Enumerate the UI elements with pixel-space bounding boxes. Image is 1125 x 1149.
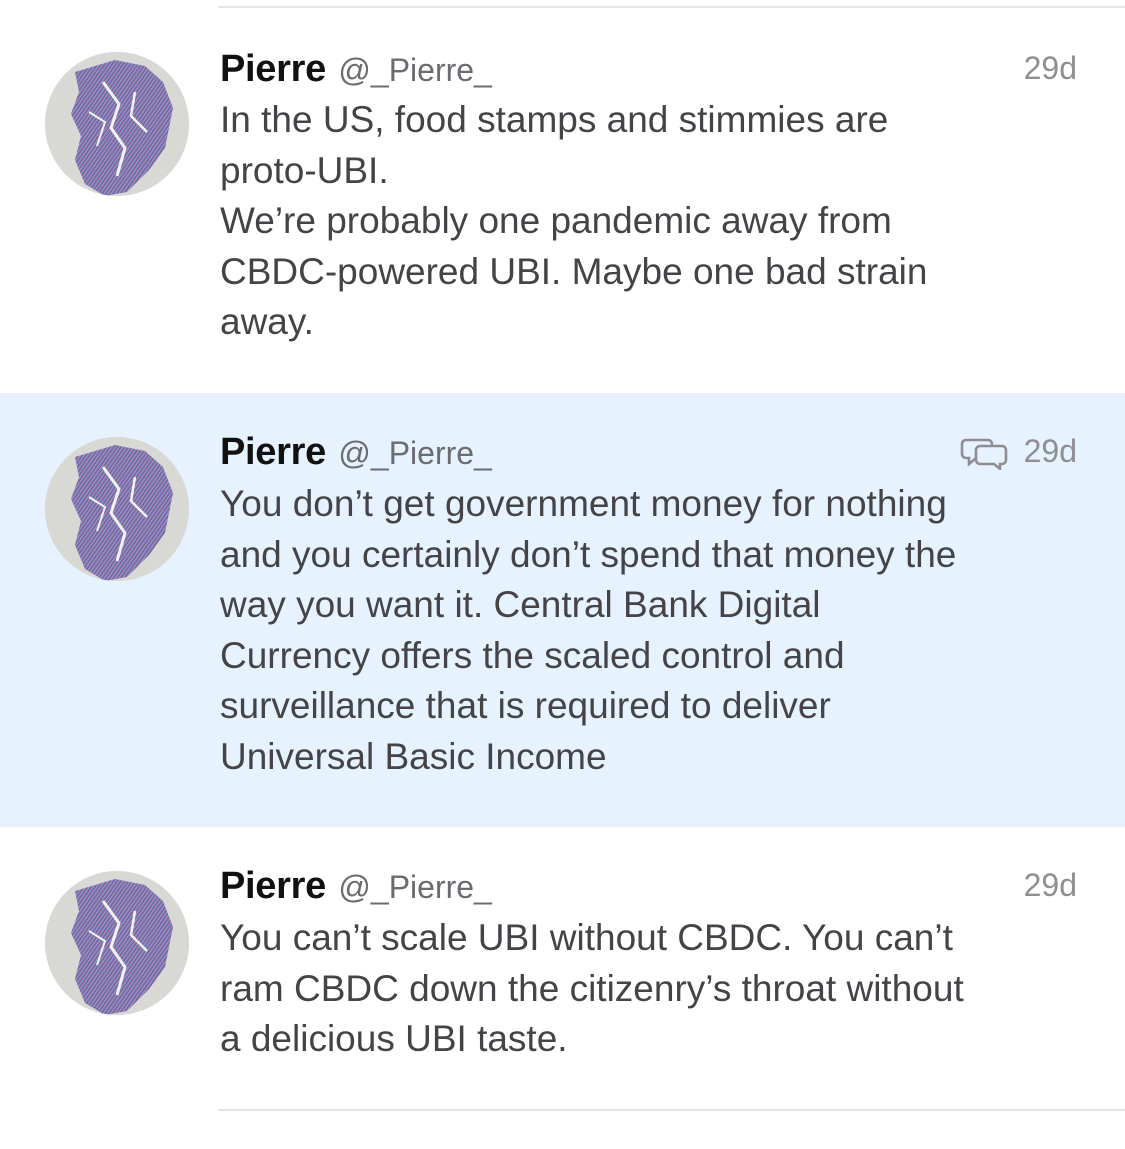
avatar[interactable]	[45, 52, 189, 196]
timestamp: 29d	[1023, 50, 1077, 86]
author-name[interactable]: Pierre	[220, 865, 326, 907]
tweet-2[interactable]: Pierre @_Pierre_ 29d You don’t get gover…	[0, 393, 1125, 827]
tweet-meta: 29d	[960, 433, 1077, 470]
text-line: ram CBDC down the citizenry’s throat wit…	[220, 967, 964, 1009]
text-line: and you certainly don’t spend that money…	[220, 533, 957, 575]
timestamp: 29d	[1023, 433, 1077, 469]
avatar-image	[45, 871, 189, 1015]
text-line: surveillance that is required to deliver	[220, 685, 831, 726]
avatar-image	[45, 437, 189, 581]
tweet-header: Pierre @_Pierre_ 29d	[220, 48, 1077, 92]
text-line: away.	[220, 301, 314, 342]
text-line: You don’t get government money for nothi…	[220, 483, 947, 524]
avatar[interactable]	[45, 871, 189, 1015]
tweet-3[interactable]: Pierre @_Pierre_ 29d You can’t scale UBI…	[0, 827, 1125, 1109]
avatar-image	[45, 52, 189, 196]
author-handle[interactable]: @_Pierre_	[338, 435, 491, 471]
text-line: proto-UBI.	[220, 149, 389, 191]
text-line: In the US, food stamps and stimmies are	[220, 99, 889, 140]
tweet-header: Pierre @_Pierre_ 29d	[220, 431, 1077, 475]
text-line: CBDC-powered UBI. Maybe one bad strain	[220, 250, 928, 292]
tweet-meta: 29d	[1024, 867, 1077, 904]
author-name[interactable]: Pierre	[220, 431, 326, 473]
top-separator	[218, 6, 1125, 8]
text-line: You can’t scale UBI without CBDC. You ca…	[220, 917, 953, 958]
text-line: a delicious UBI taste.	[220, 1018, 568, 1059]
author-handle[interactable]: @_Pierre_	[338, 52, 491, 88]
text-line: We’re probably one pandemic away from	[220, 200, 892, 241]
tweet-meta: 29d	[1024, 50, 1077, 87]
conversation-icon[interactable]	[960, 434, 1010, 470]
tweet-header: Pierre @_Pierre_ 29d	[220, 865, 1077, 909]
bottom-separator	[218, 1109, 1125, 1111]
text-line: Currency offers the scaled control and	[220, 634, 845, 676]
timestamp: 29d	[1023, 867, 1077, 903]
tweet-1[interactable]: Pierre @_Pierre_ 29d In the US, food sta…	[0, 10, 1125, 390]
author-name[interactable]: Pierre	[220, 48, 326, 90]
tweet-text: In the US, food stamps and stimmies are …	[220, 95, 1085, 348]
avatar[interactable]	[45, 437, 189, 581]
text-line: Universal Basic Income	[220, 735, 607, 777]
text-line: way you want it. Central Bank Digital	[220, 584, 821, 625]
author-handle[interactable]: @_Pierre_	[338, 869, 491, 905]
tweet-text: You can’t scale UBI without CBDC. You ca…	[220, 913, 1085, 1065]
tweet-text: You don’t get government money for nothi…	[220, 479, 1085, 782]
